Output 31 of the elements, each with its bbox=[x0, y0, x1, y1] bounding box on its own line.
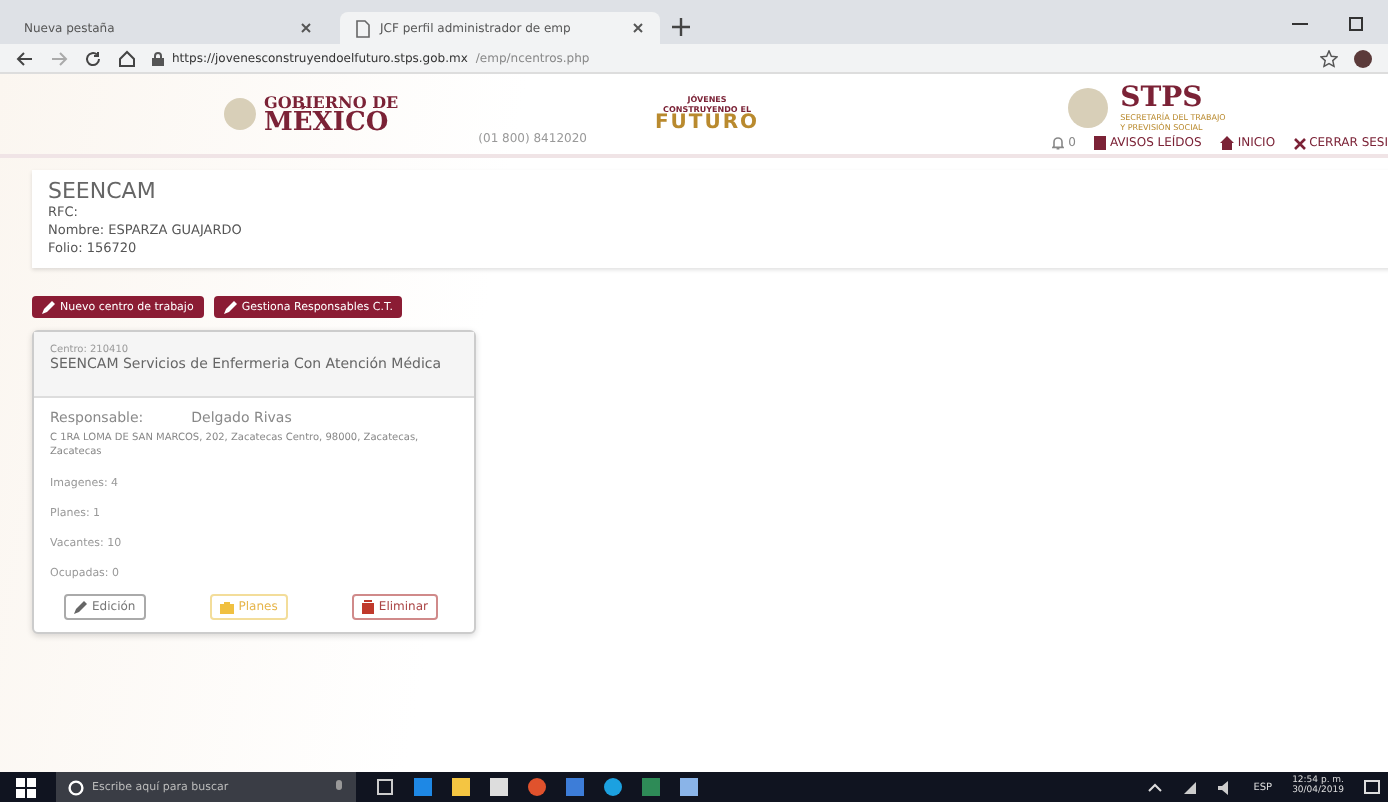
company-name: SEENCAM bbox=[48, 178, 158, 204]
bell-icon bbox=[1052, 136, 1065, 151]
chevron-icon[interactable] bbox=[1147, 782, 1162, 792]
logo-text: GOBIERNO DE bbox=[264, 93, 399, 109]
restore-icon[interactable] bbox=[1348, 16, 1364, 32]
trash-icon bbox=[362, 600, 375, 615]
star-icon[interactable] bbox=[1320, 49, 1338, 67]
logo-text: STPS bbox=[1120, 83, 1205, 113]
windows-logo-icon[interactable] bbox=[16, 777, 36, 797]
back-icon[interactable] bbox=[16, 49, 34, 67]
pencil-icon bbox=[74, 600, 88, 615]
page-icon bbox=[356, 19, 370, 37]
logo-text: FUTURO bbox=[654, 114, 760, 134]
home-icon[interactable] bbox=[118, 49, 136, 67]
close-icon bbox=[1293, 137, 1306, 150]
microphone-icon[interactable] bbox=[334, 779, 344, 795]
new-tab-icon[interactable] bbox=[672, 17, 690, 35]
network-icon[interactable] bbox=[1181, 779, 1198, 795]
task-view-icon[interactable] bbox=[376, 778, 394, 796]
close-icon[interactable] bbox=[632, 22, 644, 34]
search-icon bbox=[68, 779, 84, 795]
close-icon[interactable] bbox=[300, 22, 312, 34]
speaker-icon[interactable] bbox=[1217, 779, 1234, 795]
profile-avatar[interactable] bbox=[1354, 49, 1372, 67]
briefcase-icon bbox=[220, 601, 235, 614]
pencil-icon bbox=[223, 300, 238, 315]
pencil-icon bbox=[42, 300, 56, 315]
reload-icon[interactable] bbox=[84, 49, 102, 67]
home-icon bbox=[1219, 136, 1234, 151]
logo-text: MÉXICO bbox=[264, 109, 389, 135]
lock-icon bbox=[152, 51, 164, 65]
